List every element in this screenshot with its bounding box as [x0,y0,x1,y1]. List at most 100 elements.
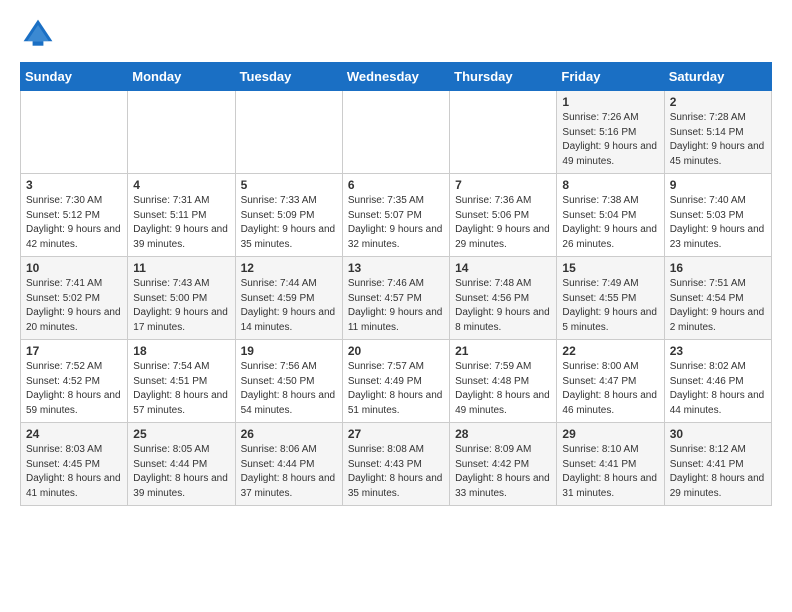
day-number: 21 [455,344,551,358]
day-number: 24 [26,427,122,441]
week-row-4: 17 Sunrise: 7:52 AM Sunset: 4:52 PM Dayli… [21,340,772,423]
day-number: 4 [133,178,229,192]
week-row-3: 10 Sunrise: 7:41 AM Sunset: 5:02 PM Dayli… [21,257,772,340]
day-cell: 22 Sunrise: 8:00 AM Sunset: 4:47 PM Dayli… [557,340,664,423]
day-info: Sunrise: 8:10 AM Sunset: 4:41 PM Dayligh… [562,443,658,501]
day-info: Sunrise: 7:33 AM Sunset: 5:09 PM Dayligh… [241,194,337,252]
day-cell: 20 Sunrise: 7:57 AM Sunset: 4:49 PM Dayli… [342,340,449,423]
header-thursday: Thursday [450,63,557,91]
day-number: 19 [241,344,337,358]
day-cell: 8 Sunrise: 7:38 AM Sunset: 5:04 PM Daylig… [557,174,664,257]
header-wednesday: Wednesday [342,63,449,91]
day-cell: 13 Sunrise: 7:46 AM Sunset: 4:57 PM Dayli… [342,257,449,340]
day-info: Sunrise: 8:05 AM Sunset: 4:44 PM Dayligh… [133,443,229,501]
logo [20,16,60,52]
day-cell: 12 Sunrise: 7:44 AM Sunset: 4:59 PM Dayli… [235,257,342,340]
day-cell: 9 Sunrise: 7:40 AM Sunset: 5:03 PM Daylig… [664,174,771,257]
header-sunday: Sunday [21,63,128,91]
day-number: 20 [348,344,444,358]
day-number: 13 [348,261,444,275]
day-info: Sunrise: 8:08 AM Sunset: 4:43 PM Dayligh… [348,443,444,501]
day-cell [21,91,128,174]
header-monday: Monday [128,63,235,91]
day-cell: 26 Sunrise: 8:06 AM Sunset: 4:44 PM Dayli… [235,423,342,506]
day-info: Sunrise: 7:51 AM Sunset: 4:54 PM Dayligh… [670,277,766,335]
day-number: 2 [670,95,766,109]
day-cell: 7Sunrise: 7:36 AM Sunset: 5:06 PM Daylig… [450,174,557,257]
day-cell: 25 Sunrise: 8:05 AM Sunset: 4:44 PM Dayli… [128,423,235,506]
day-info: Sunrise: 7:26 AM Sunset: 5:16 PM Dayligh… [562,111,658,169]
day-number: 17 [26,344,122,358]
day-info: Sunrise: 7:59 AM Sunset: 4:48 PM Dayligh… [455,360,551,418]
day-number: 18 [133,344,229,358]
day-cell: 27 Sunrise: 8:08 AM Sunset: 4:43 PM Dayli… [342,423,449,506]
header [20,16,772,52]
day-info: Sunrise: 7:44 AM Sunset: 4:59 PM Dayligh… [241,277,337,335]
day-info: Sunrise: 7:46 AM Sunset: 4:57 PM Dayligh… [348,277,444,335]
day-info: Sunrise: 7:31 AM Sunset: 5:11 PM Dayligh… [133,194,229,252]
day-cell: 10 Sunrise: 7:41 AM Sunset: 5:02 PM Dayli… [21,257,128,340]
header-saturday: Saturday [664,63,771,91]
day-number: 29 [562,427,658,441]
day-cell: 23Sunrise: 8:02 AM Sunset: 4:46 PM Dayli… [664,340,771,423]
day-number: 8 [562,178,658,192]
day-number: 28 [455,427,551,441]
day-cell: 19 Sunrise: 7:56 AM Sunset: 4:50 PM Dayli… [235,340,342,423]
day-number: 16 [670,261,766,275]
day-number: 1 [562,95,658,109]
header-friday: Friday [557,63,664,91]
day-cell: 3Sunrise: 7:30 AM Sunset: 5:12 PM Daylig… [21,174,128,257]
day-cell: 18 Sunrise: 7:54 AM Sunset: 4:51 PM Dayli… [128,340,235,423]
day-info: Sunrise: 8:03 AM Sunset: 4:45 PM Dayligh… [26,443,122,501]
day-cell: 6Sunrise: 7:35 AM Sunset: 5:07 PM Daylig… [342,174,449,257]
day-info: Sunrise: 7:30 AM Sunset: 5:12 PM Dayligh… [26,194,122,252]
header-tuesday: Tuesday [235,63,342,91]
day-info: Sunrise: 8:06 AM Sunset: 4:44 PM Dayligh… [241,443,337,501]
day-info: Sunrise: 7:40 AM Sunset: 5:03 PM Dayligh… [670,194,766,252]
day-info: Sunrise: 7:49 AM Sunset: 4:55 PM Dayligh… [562,277,658,335]
day-number: 26 [241,427,337,441]
day-cell [235,91,342,174]
day-info: Sunrise: 7:56 AM Sunset: 4:50 PM Dayligh… [241,360,337,418]
day-number: 12 [241,261,337,275]
days-header-row: Sunday Monday Tuesday Wednesday Thursday… [21,63,772,91]
day-info: Sunrise: 8:09 AM Sunset: 4:42 PM Dayligh… [455,443,551,501]
page: Sunday Monday Tuesday Wednesday Thursday… [0,0,792,516]
day-cell: 1 Sunrise: 7:26 AM Sunset: 5:16 PM Daylig… [557,91,664,174]
day-number: 27 [348,427,444,441]
day-info: Sunrise: 8:00 AM Sunset: 4:47 PM Dayligh… [562,360,658,418]
day-number: 14 [455,261,551,275]
day-cell: 24 Sunrise: 8:03 AM Sunset: 4:45 PM Dayli… [21,423,128,506]
day-cell: 17 Sunrise: 7:52 AM Sunset: 4:52 PM Dayli… [21,340,128,423]
calendar-body: 1 Sunrise: 7:26 AM Sunset: 5:16 PM Daylig… [21,91,772,506]
day-cell: 2 Sunrise: 7:28 AM Sunset: 5:14 PM Daylig… [664,91,771,174]
day-number: 22 [562,344,658,358]
day-number: 25 [133,427,229,441]
day-cell: 30Sunrise: 8:12 AM Sunset: 4:41 PM Dayli… [664,423,771,506]
day-cell: 4 Sunrise: 7:31 AM Sunset: 5:11 PM Daylig… [128,174,235,257]
day-number: 10 [26,261,122,275]
day-info: Sunrise: 7:54 AM Sunset: 4:51 PM Dayligh… [133,360,229,418]
week-row-1: 1 Sunrise: 7:26 AM Sunset: 5:16 PM Daylig… [21,91,772,174]
day-number: 9 [670,178,766,192]
day-cell: 15 Sunrise: 7:49 AM Sunset: 4:55 PM Dayli… [557,257,664,340]
day-info: Sunrise: 7:28 AM Sunset: 5:14 PM Dayligh… [670,111,766,169]
day-info: Sunrise: 7:38 AM Sunset: 5:04 PM Dayligh… [562,194,658,252]
day-info: Sunrise: 7:41 AM Sunset: 5:02 PM Dayligh… [26,277,122,335]
day-cell: 14Sunrise: 7:48 AM Sunset: 4:56 PM Dayli… [450,257,557,340]
day-cell [342,91,449,174]
day-info: Sunrise: 7:57 AM Sunset: 4:49 PM Dayligh… [348,360,444,418]
day-cell: 5 Sunrise: 7:33 AM Sunset: 5:09 PM Daylig… [235,174,342,257]
day-info: Sunrise: 7:35 AM Sunset: 5:07 PM Dayligh… [348,194,444,252]
logo-icon [20,16,56,52]
week-row-2: 3Sunrise: 7:30 AM Sunset: 5:12 PM Daylig… [21,174,772,257]
day-number: 15 [562,261,658,275]
day-cell [128,91,235,174]
day-cell [450,91,557,174]
day-cell: 21 Sunrise: 7:59 AM Sunset: 4:48 PM Dayli… [450,340,557,423]
day-info: Sunrise: 7:36 AM Sunset: 5:06 PM Dayligh… [455,194,551,252]
day-info: Sunrise: 7:52 AM Sunset: 4:52 PM Dayligh… [26,360,122,418]
day-info: Sunrise: 7:43 AM Sunset: 5:00 PM Dayligh… [133,277,229,335]
day-cell: 28 Sunrise: 8:09 AM Sunset: 4:42 PM Dayli… [450,423,557,506]
day-number: 5 [241,178,337,192]
